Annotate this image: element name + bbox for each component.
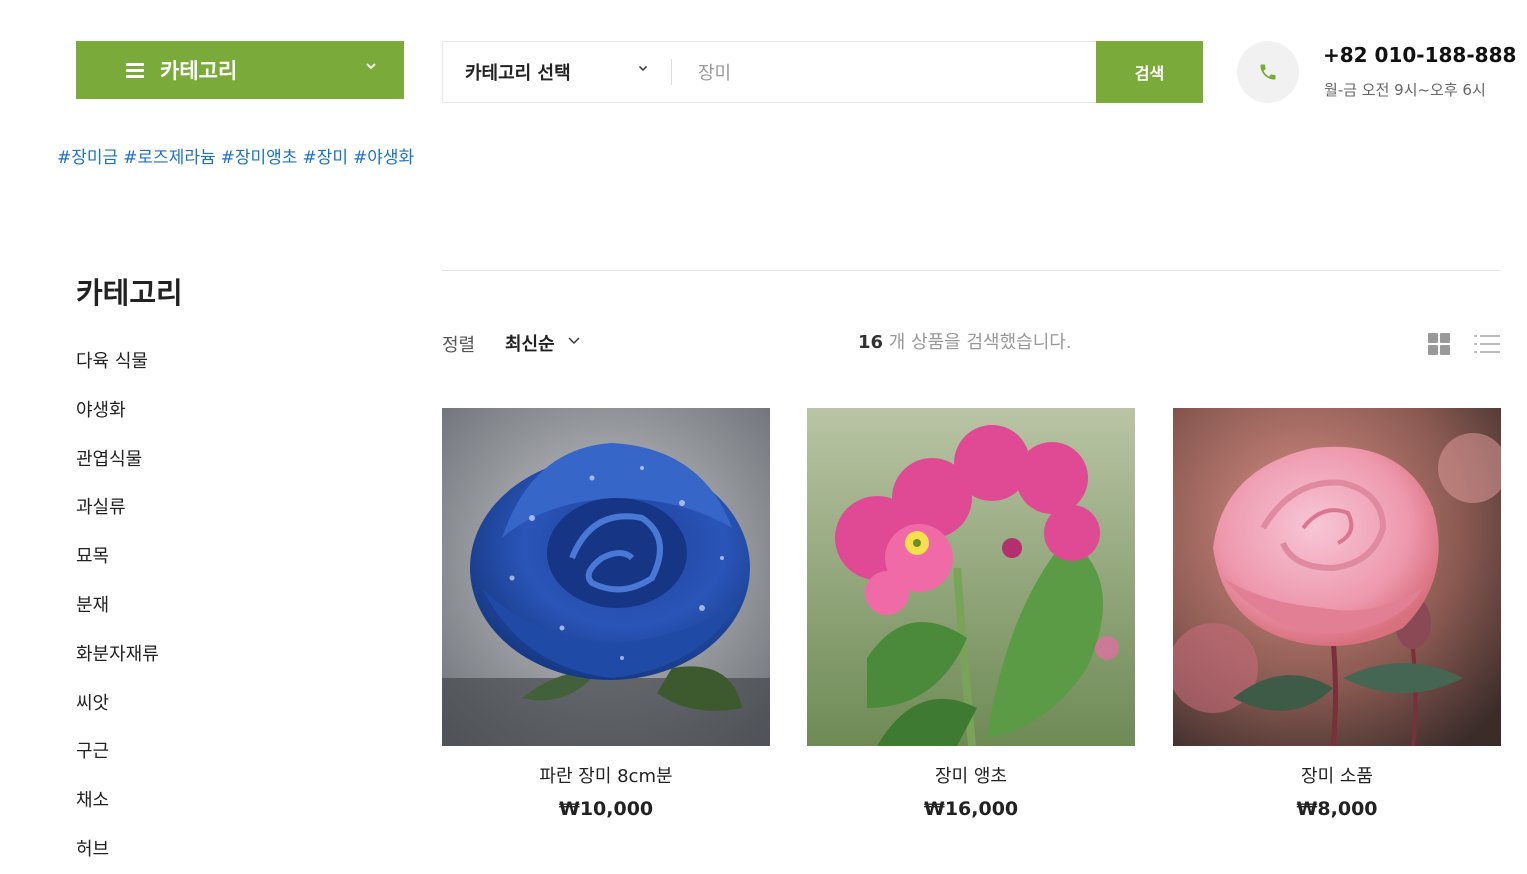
sidebar-item[interactable]: 과실류 bbox=[76, 494, 159, 543]
product-image-pink-rose[interactable] bbox=[1173, 408, 1501, 746]
product-name[interactable]: 장미 소품 bbox=[1173, 762, 1501, 788]
sidebar-item[interactable]: 관엽식물 bbox=[76, 446, 159, 495]
list-view-icon[interactable] bbox=[1474, 334, 1500, 354]
product-name[interactable]: 장미 앵초 bbox=[807, 762, 1135, 788]
result-count-text: 16 개 상품을 검색했습니다. bbox=[858, 328, 1072, 354]
sidebar-title: 카테고리 bbox=[76, 276, 183, 310]
phone-icon bbox=[1237, 41, 1299, 103]
search-button[interactable]: 검색 bbox=[1096, 41, 1203, 103]
business-hours: 월-금 오전 9시~오후 6시 bbox=[1324, 81, 1486, 99]
chevron-down-icon[interactable] bbox=[567, 333, 581, 351]
hashtag-link[interactable]: #로즈제라늄 bbox=[123, 148, 215, 168]
sidebar-item[interactable]: 화분자재류 bbox=[76, 641, 159, 690]
product-price: ₩10,000 bbox=[558, 798, 654, 820]
product-card[interactable]: 장미 앵초 ₩16,000 bbox=[807, 408, 1135, 820]
search-category-select[interactable]: 카테고리 선택 bbox=[443, 42, 671, 102]
product-name[interactable]: 파란 장미 8cm분 bbox=[442, 762, 770, 788]
product-card[interactable]: 파란 장미 8cm분 ₩10,000 bbox=[442, 408, 770, 820]
category-menu-button[interactable]: 카테고리 bbox=[76, 41, 404, 99]
hashtag-link[interactable]: #장미 bbox=[302, 148, 348, 168]
phone-number[interactable]: +82 010-188-888 bbox=[1323, 43, 1516, 67]
sidebar-item[interactable]: 구근 bbox=[76, 738, 159, 787]
result-count: 16 bbox=[858, 332, 884, 353]
sidebar-category-list: 다육 식물 야생화 관엽식물 과실류 묘목 분재 화분자재류 씨앗 구근 채소 … bbox=[76, 348, 159, 874]
search-input[interactable] bbox=[672, 42, 1096, 102]
hashtag-link[interactable]: #장미금 bbox=[57, 148, 118, 168]
sidebar-item[interactable]: 분재 bbox=[76, 592, 159, 641]
sidebar-item[interactable]: 허브 bbox=[76, 836, 159, 874]
sort-dropdown[interactable]: 최신순 bbox=[505, 330, 555, 356]
grid-view-icon[interactable] bbox=[1428, 333, 1451, 356]
sort-label: 정렬 bbox=[442, 335, 476, 356]
chevron-down-icon bbox=[637, 62, 649, 77]
product-image-primrose[interactable] bbox=[807, 408, 1135, 746]
sidebar-item[interactable]: 야생화 bbox=[76, 397, 159, 446]
sidebar-item[interactable]: 씨앗 bbox=[76, 690, 159, 739]
product-price: ₩8,000 bbox=[1296, 798, 1378, 820]
chevron-down-icon bbox=[364, 59, 378, 77]
content-divider bbox=[442, 270, 1501, 271]
product-image-blue-rose[interactable] bbox=[442, 408, 770, 746]
product-price: ₩16,000 bbox=[923, 798, 1019, 820]
product-card[interactable]: 장미 소품 ₩8,000 bbox=[1173, 408, 1501, 820]
sidebar-item[interactable]: 묘목 bbox=[76, 543, 159, 592]
result-suffix: 개 상품을 검색했습니다. bbox=[883, 332, 1072, 353]
menu-icon bbox=[126, 63, 144, 78]
category-menu-label: 카테고리 bbox=[160, 59, 238, 83]
search-category-label: 카테고리 선택 bbox=[465, 63, 571, 84]
hashtag-link[interactable]: #장미앵초 bbox=[221, 148, 298, 168]
hashtag-list: #장미금 #로즈제라늄 #장미앵초 #장미 #야생화 bbox=[57, 143, 419, 168]
hashtag-link[interactable]: #야생화 bbox=[353, 148, 414, 168]
sidebar-item[interactable]: 다육 식물 bbox=[76, 348, 159, 397]
sidebar-item[interactable]: 채소 bbox=[76, 787, 159, 836]
search-bar: 카테고리 선택 검색 bbox=[442, 41, 1203, 103]
